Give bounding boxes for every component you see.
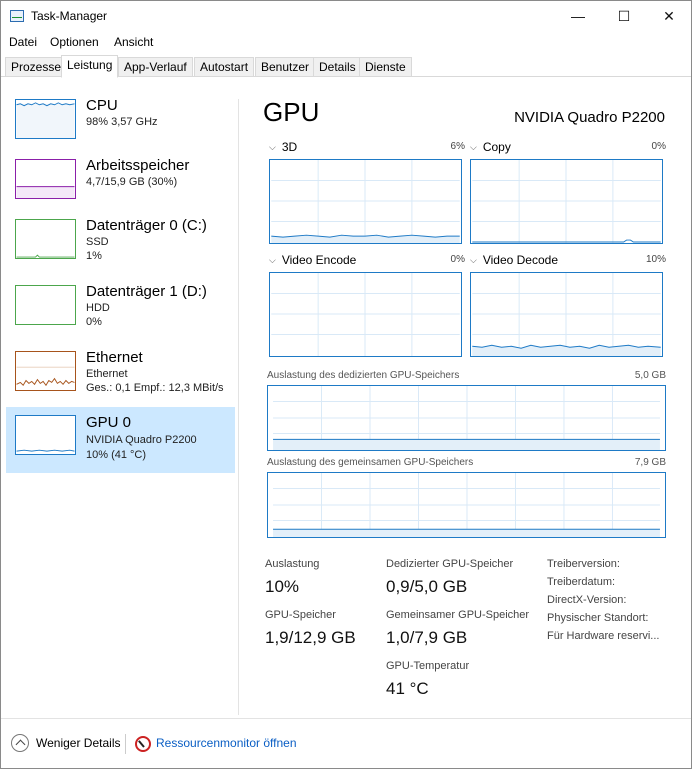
sidebar-item-disk-0[interactable]: Datenträger 0 (C:) SSD 1% bbox=[6, 213, 235, 279]
sidebar-item-adapter: Ethernet bbox=[86, 368, 128, 380]
chevron-up-icon[interactable] bbox=[11, 734, 29, 752]
menu-ansicht[interactable]: Ansicht bbox=[114, 35, 153, 49]
sidebar-item-ethernet[interactable]: Ethernet Ethernet Ges.: 0,1 Empf.: 12,3 … bbox=[6, 345, 235, 411]
footer-separator bbox=[125, 734, 126, 754]
gpu-model-name: NVIDIA Quadro P2200 bbox=[514, 109, 665, 126]
pane-divider bbox=[238, 99, 239, 715]
title-bar: Task-Manager — ☐ ✕ bbox=[1, 1, 691, 31]
engine-chart-video-encode bbox=[269, 272, 462, 357]
shared-memory-chart bbox=[267, 472, 666, 538]
ethernet-thumbnail-chart bbox=[15, 351, 76, 391]
minimize-button[interactable]: — bbox=[555, 1, 601, 31]
minimize-icon: — bbox=[571, 8, 585, 24]
gpu-thumbnail-chart bbox=[15, 415, 76, 455]
maximize-icon: ☐ bbox=[617, 7, 631, 24]
shared-memory-label: Gemeinsamer GPU-Speicher bbox=[386, 609, 530, 621]
engine-label: Copy bbox=[482, 140, 511, 154]
tab-details[interactable]: Details bbox=[313, 57, 362, 77]
sidebar-item-detail: 4,7/15,9 GB (30%) bbox=[86, 176, 178, 188]
menu-optionen[interactable]: Optionen bbox=[50, 35, 99, 49]
tab-prozesse[interactable]: Prozesse bbox=[5, 57, 68, 77]
maximize-button[interactable]: ☐ bbox=[601, 1, 647, 31]
engine-chart-video-decode bbox=[470, 272, 663, 357]
gpu-memory-label: GPU-Speicher bbox=[265, 609, 336, 621]
disk0-thumbnail-chart bbox=[15, 219, 76, 259]
engine-chart-3d bbox=[269, 159, 462, 244]
driver-date-label: Treiberdatum: bbox=[547, 576, 616, 588]
tab-app-verlauf[interactable]: App-Verlauf bbox=[118, 57, 193, 77]
sidebar-item-detail: 10% (41 °C) bbox=[86, 449, 147, 461]
engine-selector-video-encode[interactable]: ⌵ Video Encode bbox=[269, 253, 356, 267]
engine-label: Video Encode bbox=[281, 253, 357, 267]
shared-memory-max: 7,9 GB bbox=[634, 457, 666, 468]
utilization-value: 10% bbox=[265, 577, 300, 596]
resource-monitor-icon bbox=[135, 736, 151, 752]
sidebar-item-detail: 0% bbox=[86, 316, 102, 328]
tab-autostart[interactable]: Autostart bbox=[194, 57, 255, 77]
dedicated-memory-chart-label: Auslastung des dedizierten GPU-Speichers bbox=[267, 370, 460, 381]
directx-version-label: DirectX-Version: bbox=[547, 594, 627, 606]
close-icon: ✕ bbox=[663, 7, 675, 24]
sidebar-item-cpu[interactable]: CPU 98% 3,57 GHz bbox=[6, 93, 235, 159]
engine-selector-video-decode[interactable]: ⌵ Video Decode bbox=[470, 253, 558, 267]
shared-memory-value: 1,0/7,9 GB bbox=[386, 628, 468, 647]
engine-percent: 10% bbox=[645, 254, 666, 265]
engine-selector-copy[interactable]: ⌵ Copy bbox=[470, 140, 511, 154]
sidebar-item-type: HDD bbox=[86, 302, 110, 314]
task-manager-window: Task-Manager — ☐ ✕ Datei Optionen Ansich… bbox=[0, 0, 692, 769]
dedicated-memory-max: 5,0 GB bbox=[634, 370, 666, 381]
engine-percent: 6% bbox=[450, 141, 465, 152]
task-manager-icon bbox=[10, 10, 24, 22]
sidebar-item-label: Ethernet bbox=[86, 349, 143, 366]
footer-divider bbox=[1, 718, 691, 719]
sidebar-item-disk-1[interactable]: Datenträger 1 (D:) HDD 0% bbox=[6, 279, 235, 345]
dedicated-memory-label: Dedizierter GPU-Speicher bbox=[386, 558, 514, 570]
hardware-reserved-label: Für Hardware reservi... bbox=[547, 630, 660, 642]
tab-dienste[interactable]: Dienste bbox=[359, 57, 412, 77]
engine-label: Video Decode bbox=[482, 253, 558, 267]
open-resource-monitor-link[interactable]: Ressourcenmonitor öffnen bbox=[156, 736, 297, 750]
menu-datei[interactable]: Datei bbox=[9, 35, 37, 49]
physical-location-label: Physischer Standort: bbox=[547, 612, 649, 624]
driver-version-label: Treiberversion: bbox=[547, 558, 620, 570]
engine-label: 3D bbox=[281, 140, 298, 154]
engine-percent: 0% bbox=[651, 141, 666, 152]
chevron-down-icon: ⌵ bbox=[470, 142, 477, 152]
engine-percent: 0% bbox=[450, 254, 465, 265]
dedicated-memory-chart bbox=[267, 385, 666, 451]
close-button[interactable]: ✕ bbox=[646, 1, 692, 31]
engine-selector-3d[interactable]: ⌵ 3D bbox=[269, 140, 297, 154]
chevron-down-icon: ⌵ bbox=[470, 255, 477, 265]
shared-memory-chart-label: Auslastung des gemeinsamen GPU-Speichers bbox=[267, 457, 474, 468]
sidebar-item-detail: 98% 3,57 GHz bbox=[86, 116, 158, 128]
gpu-temperature-label: GPU-Temperatur bbox=[386, 660, 470, 672]
chevron-down-icon: ⌵ bbox=[269, 255, 276, 265]
chevron-down-icon: ⌵ bbox=[269, 142, 276, 152]
gpu-temperature-value: 41 °C bbox=[386, 679, 429, 698]
gpu-memory-value: 1,9/12,9 GB bbox=[265, 628, 356, 647]
disk1-thumbnail-chart bbox=[15, 285, 76, 325]
sidebar-item-label: GPU 0 bbox=[86, 414, 132, 431]
sidebar-item-model: NVIDIA Quadro P2200 bbox=[86, 434, 197, 446]
cpu-thumbnail-chart bbox=[15, 99, 76, 139]
page-title: GPU bbox=[263, 97, 320, 127]
sidebar-item-label: Arbeitsspeicher bbox=[86, 157, 190, 174]
sidebar-item-gpu-0[interactable]: GPU 0 NVIDIA Quadro P2200 10% (41 °C) bbox=[6, 407, 235, 473]
sidebar-item-label: Datenträger 1 (D:) bbox=[86, 283, 207, 300]
sidebar-item-detail: 1% bbox=[86, 250, 102, 262]
tab-leistung[interactable]: Leistung bbox=[61, 55, 119, 78]
engine-chart-copy bbox=[470, 159, 663, 244]
sidebar-item-detail: Ges.: 0,1 Empf.: 12,3 MBit/s bbox=[86, 382, 224, 394]
sidebar-item-label: Datenträger 0 (C:) bbox=[86, 217, 207, 234]
window-title: Task-Manager bbox=[31, 9, 108, 23]
dedicated-memory-value: 0,9/5,0 GB bbox=[386, 577, 468, 596]
sidebar-item-type: SSD bbox=[86, 236, 109, 248]
memory-thumbnail-chart bbox=[15, 159, 76, 199]
fewer-details-button[interactable]: Weniger Details bbox=[36, 736, 120, 750]
tab-benutzer[interactable]: Benutzer bbox=[255, 57, 316, 77]
sidebar-item-memory[interactable]: Arbeitsspeicher 4,7/15,9 GB (30%) bbox=[6, 153, 235, 219]
utilization-label: Auslastung bbox=[265, 558, 320, 570]
sidebar-item-label: CPU bbox=[86, 97, 118, 114]
